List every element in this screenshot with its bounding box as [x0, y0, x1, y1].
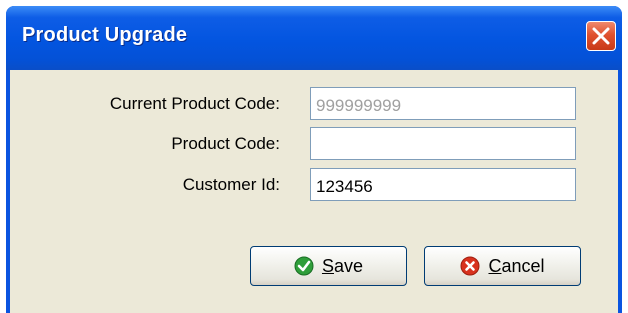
save-button[interactable]: Save [250, 246, 407, 286]
dialog-title: Product Upgrade [22, 24, 188, 46]
green-check-icon [294, 256, 314, 276]
customer-id-label: Customer Id: [182, 175, 280, 194]
product-code-field[interactable] [310, 127, 576, 160]
dialog-window: Product Upgrade Current Product Code: Pr… [6, 6, 622, 313]
current-product-code-label: Current Product Code: [109, 94, 280, 113]
product-code-label: Product Code: [171, 134, 280, 153]
customer-id-field[interactable] [310, 168, 576, 201]
close-button[interactable] [586, 21, 616, 51]
current-product-code-field[interactable] [310, 87, 576, 120]
title-bar[interactable]: Product Upgrade [6, 6, 622, 70]
dialog-body: Current Product Code: Product Code: Cust… [10, 70, 618, 313]
cancel-label: Cancel [488, 255, 545, 276]
close-x-icon [592, 27, 610, 45]
save-label: Save [321, 255, 364, 276]
cancel-button[interactable]: Cancel [424, 246, 581, 286]
red-x-icon [460, 256, 480, 276]
